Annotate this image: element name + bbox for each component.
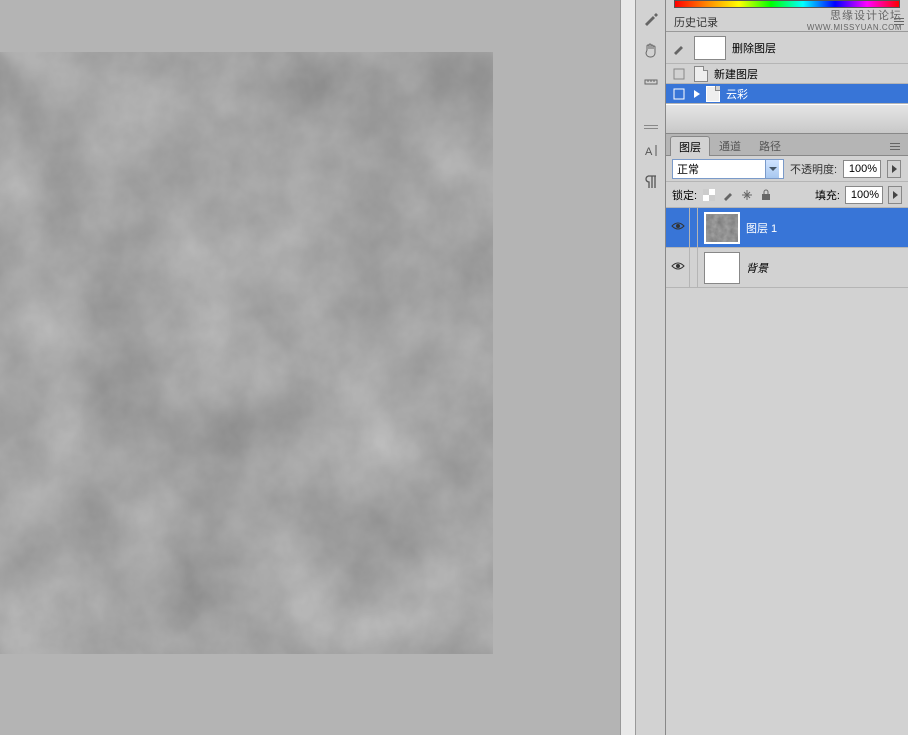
panel-menu-icon[interactable] (886, 137, 904, 155)
tab-paths[interactable]: 路径 (750, 135, 790, 155)
fill-label: 填充: (815, 187, 840, 203)
layer-name[interactable]: 图层 1 (746, 220, 908, 236)
document-icon (706, 86, 720, 102)
checkbox-empty-icon (670, 65, 688, 83)
panel-drag-handle[interactable] (637, 122, 665, 132)
layer-row-layer1[interactable]: 图层 1 (666, 208, 908, 248)
panel-divider[interactable] (666, 104, 908, 134)
right-panels: 思缘设计论坛 WWW.MISSYUAN.COM 历史记录 删除图层 新建图层 云… (666, 0, 908, 735)
character-panel-icon[interactable]: A (637, 136, 665, 164)
layer-thumbnail[interactable] (704, 252, 740, 284)
paragraph-panel-icon[interactable] (637, 168, 665, 196)
lock-label: 锁定: (672, 187, 697, 203)
lock-paint-icon[interactable] (721, 188, 735, 202)
layers-panel: 图层 通道 路径 正常 不透明度: 100% 锁定: 填充: 100% (666, 134, 908, 735)
panel-tool-strip: A (636, 0, 666, 735)
tab-layers[interactable]: 图层 (670, 136, 710, 156)
watermark-url: WWW.MISSYUAN.COM (807, 22, 902, 34)
eye-icon (671, 221, 685, 234)
lock-position-icon[interactable] (740, 188, 754, 202)
watermark-title: 思缘设计论坛 (807, 10, 902, 22)
lock-transparency-icon[interactable] (702, 188, 716, 202)
layers-list: 图层 1 背景 (666, 208, 908, 735)
fill-field[interactable]: 100% (845, 186, 883, 204)
layers-tabs: 图层 通道 路径 (666, 134, 908, 156)
triangle-right-icon (694, 90, 700, 98)
lock-all-icon[interactable] (759, 188, 773, 202)
link-column[interactable] (690, 248, 698, 287)
canvas-clouds-image[interactable] (0, 52, 493, 654)
checkbox-empty-icon (670, 85, 688, 103)
visibility-toggle[interactable] (666, 248, 690, 287)
fill-flyout-icon[interactable] (888, 186, 902, 204)
document-icon (694, 66, 708, 82)
canvas-scrollbar-vertical[interactable] (620, 0, 636, 735)
layer-thumbnail[interactable] (704, 212, 740, 244)
hand-tool-icon[interactable] (637, 36, 665, 64)
blend-opacity-row: 正常 不透明度: 100% (666, 156, 908, 182)
blend-mode-value: 正常 (677, 161, 699, 177)
canvas-area (0, 0, 620, 735)
layer-row-background[interactable]: 背景 (666, 248, 908, 288)
chevron-down-icon (765, 160, 779, 178)
color-sampler-icon[interactable] (637, 4, 665, 32)
opacity-field[interactable]: 100% (843, 160, 881, 178)
eye-icon (671, 261, 685, 274)
blend-mode-select[interactable]: 正常 (672, 159, 784, 179)
link-column[interactable] (690, 208, 698, 247)
history-item-label: 删除图层 (732, 40, 776, 56)
brush-icon (670, 39, 688, 57)
lock-fill-row: 锁定: 填充: 100% (666, 182, 908, 208)
watermark: 思缘设计论坛 WWW.MISSYUAN.COM (807, 10, 902, 34)
svg-text:A: A (645, 146, 653, 158)
opacity-flyout-icon[interactable] (887, 160, 901, 178)
layer-name[interactable]: 背景 (746, 260, 908, 276)
history-item-delete-layer[interactable]: 删除图层 (666, 32, 908, 64)
history-item-label: 新建图层 (714, 66, 758, 82)
history-item-clouds[interactable]: 云彩 (666, 84, 908, 104)
tab-channels[interactable]: 通道 (710, 135, 750, 155)
measure-tool-icon[interactable] (637, 68, 665, 96)
color-spectrum-strip[interactable] (674, 0, 900, 8)
history-thumb (694, 36, 726, 60)
opacity-label: 不透明度: (790, 161, 837, 177)
history-item-label: 云彩 (726, 86, 748, 102)
history-panel-title: 历史记录 (674, 14, 718, 30)
history-item-new-layer[interactable]: 新建图层 (666, 64, 908, 84)
visibility-toggle[interactable] (666, 208, 690, 247)
